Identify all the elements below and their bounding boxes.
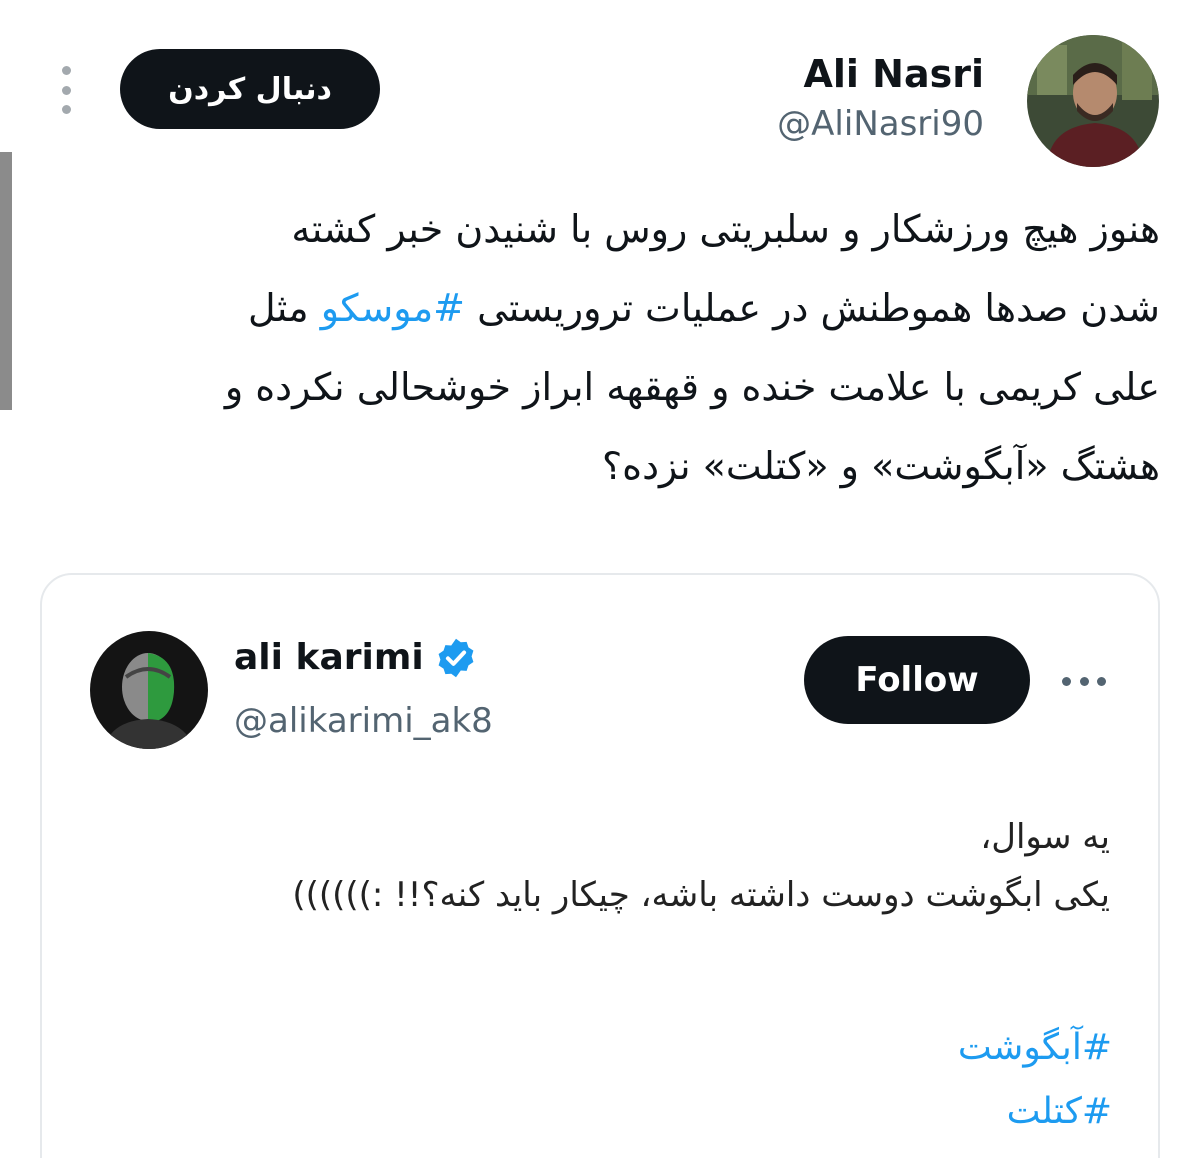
quoted-follow-button[interactable]: Follow xyxy=(804,636,1030,724)
tweet-text-line: علی کریمی با علامت خنده و قهقهه ابراز خو… xyxy=(224,365,1160,409)
tweet-text-segment: مثل xyxy=(248,286,309,330)
follow-button[interactable]: دنبال کردن xyxy=(120,49,380,129)
author-handle[interactable]: @AliNasri90 xyxy=(777,104,984,144)
hashtag-link[interactable]: #آبگوشت xyxy=(600,1016,1112,1080)
more-horizontal-icon[interactable] xyxy=(1062,675,1106,687)
quoted-text-line: یه سوال، xyxy=(980,817,1110,857)
side-scroll-indicator xyxy=(0,152,12,410)
author-name[interactable]: Ali Nasri xyxy=(803,52,984,96)
hashtag-link[interactable]: #موسکو xyxy=(321,286,465,330)
hashtag-link[interactable]: #کتلت xyxy=(600,1080,1112,1144)
quoted-author-avatar[interactable] xyxy=(90,631,208,749)
tweet-text-line: شدن صدها هموطنش در عملیات تروریستی #موسک… xyxy=(40,269,1160,348)
quoted-author-name-row: ali karimi xyxy=(234,636,478,680)
quoted-tweet-text: یه سوال، یکی ابگوشت دوست داشته باشه، چیک… xyxy=(90,808,1110,924)
tweet-text-segment: شدن صدها هموطنش در عملیات تروریستی xyxy=(477,286,1160,330)
quoted-author-handle[interactable]: @alikarimi_ak8 xyxy=(234,700,493,742)
author-avatar[interactable] xyxy=(1027,35,1159,167)
tweet-text-line: هنوز هیچ ورزشکار و سلبریتی روس با شنیدن … xyxy=(291,207,1160,251)
more-vertical-icon[interactable] xyxy=(56,66,76,114)
quoted-hashtags: #آبگوشت #کتلت xyxy=(600,1016,1112,1144)
quoted-text-line: یکی ابگوشت دوست داشته باشه، چیکار باید ک… xyxy=(292,875,1110,915)
tweet-text-line: هشتگ «آبگوشت» و «کتلت» نزده؟ xyxy=(602,444,1160,488)
verified-badge-icon xyxy=(438,638,474,678)
quoted-author-name[interactable]: ali karimi xyxy=(234,636,424,680)
tweet-text: هنوز هیچ ورزشکار و سلبریتی روس با شنیدن … xyxy=(40,190,1160,506)
